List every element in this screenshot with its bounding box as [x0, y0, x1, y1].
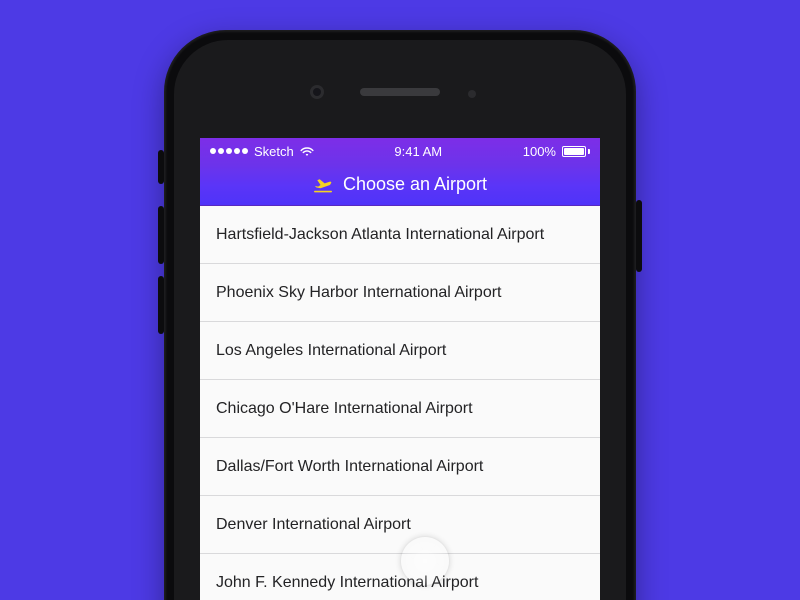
- list-item[interactable]: Hartsfield-Jackson Atlanta International…: [200, 206, 600, 264]
- volume-up-button: [158, 206, 164, 264]
- signal-strength-icon: [210, 148, 248, 154]
- battery-icon: [562, 146, 590, 157]
- carrier-label: Sketch: [254, 144, 294, 159]
- volume-down-button: [158, 276, 164, 334]
- phone-screen: Sketch 9:41 AM 100%: [200, 138, 600, 600]
- airport-name: Phoenix Sky Harbor International Airport: [216, 284, 501, 302]
- phone-frame: Sketch 9:41 AM 100%: [164, 30, 636, 600]
- status-right: 100%: [523, 144, 590, 159]
- list-item[interactable]: Phoenix Sky Harbor International Airport: [200, 264, 600, 322]
- list-item[interactable]: Dallas/Fort Worth International Airport: [200, 438, 600, 496]
- airport-name: Los Angeles International Airport: [216, 342, 446, 360]
- nav-bar: Choose an Airport: [200, 164, 600, 206]
- airplane-departure-icon: [313, 176, 333, 194]
- phone-bezel: Sketch 9:41 AM 100%: [174, 40, 626, 600]
- list-item[interactable]: Los Angeles International Airport: [200, 322, 600, 380]
- list-item[interactable]: Chicago O'Hare International Airport: [200, 380, 600, 438]
- status-time: 9:41 AM: [394, 144, 442, 159]
- status-left: Sketch: [210, 144, 314, 159]
- earpiece-speaker: [360, 88, 440, 96]
- mute-switch: [158, 150, 164, 184]
- list-item[interactable]: Denver International Airport: [200, 496, 600, 554]
- battery-pct-label: 100%: [523, 144, 556, 159]
- airport-name: Hartsfield-Jackson Atlanta International…: [216, 226, 544, 244]
- airport-name: Dallas/Fort Worth International Airport: [216, 458, 483, 476]
- power-button: [636, 200, 642, 272]
- airport-name: John F. Kennedy International Airport: [216, 574, 478, 592]
- nav-title: Choose an Airport: [343, 174, 487, 195]
- status-bar: Sketch 9:41 AM 100%: [200, 138, 600, 164]
- airport-name: Chicago O'Hare International Airport: [216, 400, 473, 418]
- front-camera: [310, 85, 324, 99]
- wifi-icon: [300, 146, 314, 157]
- airport-list[interactable]: Hartsfield-Jackson Atlanta International…: [200, 206, 600, 600]
- list-item[interactable]: John F. Kennedy International Airport: [200, 554, 600, 600]
- proximity-sensor: [468, 90, 476, 98]
- airport-name: Denver International Airport: [216, 516, 411, 534]
